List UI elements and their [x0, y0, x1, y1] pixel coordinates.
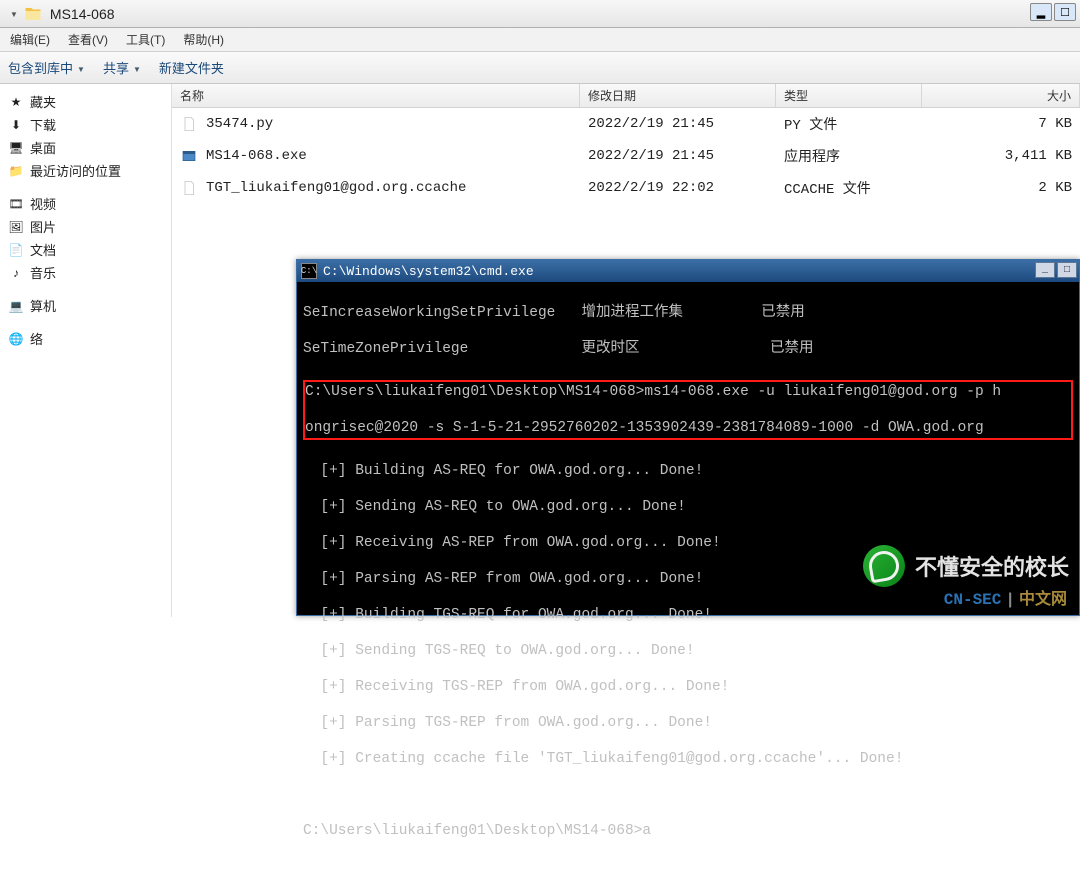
network-icon: 🌐 [8, 331, 24, 347]
watermark-sub1: CN-SEC [944, 591, 1002, 609]
menu-bar: 编辑(E) 查看(V) 工具(T) 帮助(H) [0, 28, 1080, 52]
toolbar-share[interactable]: 共享 [103, 58, 141, 77]
sidebar-recent[interactable]: 📁最近访问的位置 [4, 159, 167, 182]
sidebar-favorites[interactable]: ★藏夹 [4, 90, 167, 113]
highlighted-command: C:\Users\liukaifeng01\Desktop\MS14-068>m… [303, 380, 1073, 440]
file-row[interactable]: TGT_liukaifeng01@god.org.ccache 2022/2/1… [172, 172, 1080, 204]
cmd-line: SeIncreaseWorkingSetPrivilege 增加进程工作集 已禁… [303, 304, 1073, 322]
desktop-icon: 🖥 [8, 140, 24, 156]
sidebar-network[interactable]: 🌐络 [4, 327, 167, 350]
file-icon [180, 115, 198, 133]
computer-icon: 💻 [8, 298, 24, 314]
file-name: 35474.py [206, 116, 273, 132]
cmd-output: [+] Receiving TGS-REP from OWA.god.org..… [303, 678, 1073, 696]
cmd-line: C:\Users\liukaifeng01\Desktop\MS14-068>m… [305, 383, 1071, 401]
sidebar-videos[interactable]: 🎞视频 [4, 192, 167, 215]
file-type: PY 文件 [776, 114, 922, 134]
file-name: TGT_liukaifeng01@god.org.ccache [206, 180, 466, 196]
file-list: 35474.py 2022/2/19 21:45 PY 文件 7 KB MS14… [172, 108, 1080, 204]
watermark: 不懂安全的校长 [863, 545, 1069, 587]
sub-watermark: CN-SEC|中文网 [944, 585, 1067, 609]
window-minimize-button[interactable]: ▂ [1030, 3, 1052, 21]
cmd-output: [+] Sending TGS-REQ to OWA.god.org... Do… [303, 642, 1073, 660]
cmd-output: [+] Building AS-REQ for OWA.god.org... D… [303, 462, 1073, 480]
column-headers: 名称 修改日期 类型 大小 [172, 84, 1080, 108]
cmd-output: [+] Sending AS-REQ to OWA.god.org... Don… [303, 498, 1073, 516]
navigation-pane: ★藏夹 ⬇下载 🖥桌面 📁最近访问的位置 🎞视频 🖼图片 📄文档 ♪音乐 💻算机… [0, 84, 172, 617]
menu-edit[interactable]: 编辑(E) [10, 31, 50, 48]
cmd-window[interactable]: C:\ C:\Windows\system32\cmd.exe _ □ SeIn… [296, 259, 1080, 616]
toolbar-share-label: 共享 [103, 58, 129, 77]
column-size[interactable]: 大小 [922, 84, 1080, 107]
file-type: 应用程序 [776, 146, 922, 166]
chevron-down-icon [133, 60, 141, 75]
column-type[interactable]: 类型 [776, 84, 922, 107]
file-icon [180, 179, 198, 197]
sidebar-desktop[interactable]: 🖥桌面 [4, 136, 167, 159]
cmd-line: SeTimeZonePrivilege 更改时区 已禁用 [303, 340, 1073, 358]
star-icon: ★ [8, 94, 24, 110]
file-size: 3,411 KB [922, 148, 1080, 164]
cmd-line: ongrisec@2020 -s S-1-5-21-2952760202-135… [305, 419, 1071, 437]
cmd-output: [+] Creating ccache file 'TGT_liukaifeng… [303, 750, 1073, 768]
recent-icon: 📁 [8, 163, 24, 179]
window-maximize-button[interactable]: ☐ [1054, 3, 1076, 21]
explorer-titlebar: MS14-068 ▂ ☐ [0, 0, 1080, 28]
folder-icon [24, 5, 42, 23]
cmd-line [303, 786, 1073, 804]
watermark-text: 不懂安全的校长 [915, 550, 1069, 582]
cmd-titlebar[interactable]: C:\ C:\Windows\system32\cmd.exe _ □ [297, 260, 1079, 282]
picture-icon: 🖼 [8, 219, 24, 235]
toolbar: 包含到库中 共享 新建文件夹 [0, 52, 1080, 84]
sidebar-pictures[interactable]: 🖼图片 [4, 215, 167, 238]
nav-dropdown[interactable] [4, 8, 20, 20]
sidebar-music[interactable]: ♪音乐 [4, 261, 167, 284]
column-name[interactable]: 名称 [172, 84, 580, 107]
watermark-sep: | [1001, 591, 1019, 609]
video-icon: 🎞 [8, 196, 24, 212]
file-row[interactable]: 35474.py 2022/2/19 21:45 PY 文件 7 KB [172, 108, 1080, 140]
sidebar-documents[interactable]: 📄文档 [4, 238, 167, 261]
toolbar-include-in-library[interactable]: 包含到库中 [8, 58, 85, 77]
file-size: 2 KB [922, 180, 1080, 196]
music-icon: ♪ [8, 265, 24, 281]
wechat-icon [863, 545, 905, 587]
file-date: 2022/2/19 22:02 [580, 180, 776, 196]
menu-tools[interactable]: 工具(T) [126, 31, 165, 48]
cmd-title-text: C:\Windows\system32\cmd.exe [323, 264, 534, 279]
file-type: CCACHE 文件 [776, 178, 922, 198]
column-modified[interactable]: 修改日期 [580, 84, 776, 107]
file-date: 2022/2/19 21:45 [580, 148, 776, 164]
exe-icon [180, 147, 198, 165]
toolbar-newfolder-label: 新建文件夹 [159, 58, 224, 77]
sidebar-computer[interactable]: 💻算机 [4, 294, 167, 317]
toolbar-new-folder[interactable]: 新建文件夹 [159, 58, 224, 77]
menu-help[interactable]: 帮助(H) [183, 31, 224, 48]
chevron-down-icon [77, 60, 85, 75]
cmd-maximize-button[interactable]: □ [1057, 262, 1077, 278]
watermark-sub2: 中文网 [1019, 591, 1067, 609]
file-date: 2022/2/19 21:45 [580, 116, 776, 132]
toolbar-include-label: 包含到库中 [8, 58, 73, 77]
document-icon: 📄 [8, 242, 24, 258]
file-name: MS14-068.exe [206, 148, 307, 164]
cmd-output: [+] Parsing TGS-REP from OWA.god.org... … [303, 714, 1073, 732]
menu-view[interactable]: 查看(V) [68, 31, 108, 48]
cmd-minimize-button[interactable]: _ [1035, 262, 1055, 278]
file-row[interactable]: MS14-068.exe 2022/2/19 21:45 应用程序 3,411 … [172, 140, 1080, 172]
file-size: 7 KB [922, 116, 1080, 132]
sidebar-downloads[interactable]: ⬇下载 [4, 113, 167, 136]
cmd-prompt: C:\Users\liukaifeng01\Desktop\MS14-068>a [303, 822, 1073, 840]
download-icon: ⬇ [8, 117, 24, 133]
cmd-icon: C:\ [301, 263, 317, 279]
window-title: MS14-068 [46, 6, 115, 22]
